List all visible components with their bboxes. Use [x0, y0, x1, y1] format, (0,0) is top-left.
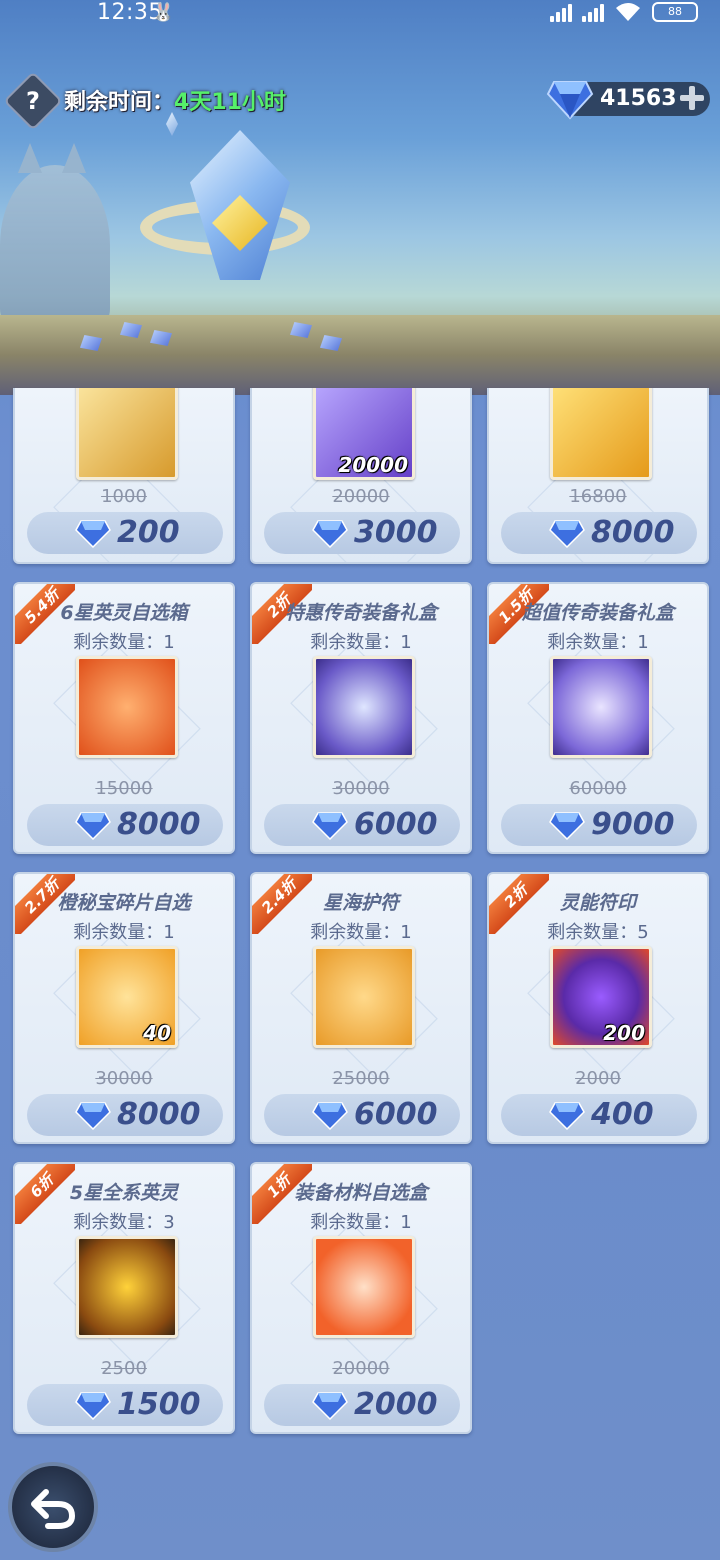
remaining-quantity: 剩余数量：1	[310, 632, 412, 653]
equipment-box-image	[313, 656, 415, 758]
shop-item-card[interactable]: 2折 特惠传奇装备礼盒 剩余数量：1 30000 6000	[250, 582, 472, 854]
back-button[interactable]	[8, 1462, 98, 1552]
price-value: 2000	[354, 1387, 438, 1422]
diamond-icon	[549, 1102, 585, 1130]
shop-item-card[interactable]: 16800 8000	[487, 388, 709, 564]
original-price: 30000	[332, 778, 390, 799]
remaining-quantity: 剩余数量：1	[73, 632, 175, 653]
treasure-fragment-image: 40	[76, 946, 178, 1048]
item-title: 星海护符	[322, 892, 399, 914]
buy-button[interactable]: 400	[501, 1094, 697, 1136]
buy-button[interactable]: 3000	[264, 512, 460, 554]
card-item-image	[550, 388, 652, 480]
diamond-icon	[312, 1102, 348, 1130]
item-title: 5星全系英灵	[69, 1182, 179, 1204]
original-price: 25000	[332, 1068, 390, 1089]
buy-button[interactable]: 200	[27, 512, 223, 554]
undo-arrow-icon	[31, 1489, 76, 1529]
shop-item-card[interactable]: 20000 20000 3000	[250, 388, 472, 564]
price-value: 6000	[354, 807, 438, 842]
original-price: 20000	[332, 1358, 390, 1379]
buy-button[interactable]: 6000	[264, 1094, 460, 1136]
original-price: 15000	[95, 778, 153, 799]
diamond-icon	[75, 812, 111, 840]
buy-button[interactable]: 8000	[27, 1094, 223, 1136]
remaining-quantity: 剩余数量：1	[310, 1212, 412, 1233]
equipment-box-image	[550, 656, 652, 758]
price-value: 1500	[117, 1387, 201, 1422]
buy-button[interactable]: 8000	[501, 512, 697, 554]
diamond-icon	[75, 520, 111, 548]
original-price: 20000	[332, 486, 390, 507]
price-value: 9000	[591, 807, 675, 842]
psionic-seal-image: 200	[550, 946, 652, 1048]
item-title: 特惠传奇装备礼盒	[284, 602, 437, 624]
shop-grid: 1000 200 20000 20000 3000 16800 8000 5.4…	[0, 0, 720, 1560]
buy-button[interactable]: 6000	[264, 804, 460, 846]
remaining-quantity: 剩余数量：1	[310, 922, 412, 943]
item-count: 200	[603, 1021, 645, 1045]
remaining-quantity: 剩余数量：5	[547, 922, 649, 943]
crystal-item-image: 20000	[313, 388, 415, 480]
price-value: 8000	[117, 807, 201, 842]
buy-button[interactable]: 2000	[264, 1384, 460, 1426]
original-price: 30000	[95, 1068, 153, 1089]
shop-item-card[interactable]: 2折 灵能符印 剩余数量：5 200 2000 400	[487, 872, 709, 1144]
item-title: 装备材料自选盒	[294, 1182, 428, 1204]
item-title: 橙秘宝碎片自选	[57, 892, 191, 914]
diamond-icon	[75, 1102, 111, 1130]
shop-item-card[interactable]: 6折 5星全系英灵 剩余数量：3 2500 1500	[13, 1162, 235, 1434]
diamond-icon	[75, 1392, 111, 1420]
remaining-quantity: 剩余数量：3	[73, 1212, 175, 1233]
remaining-quantity: 剩余数量：1	[73, 922, 175, 943]
diamond-icon	[549, 520, 585, 548]
original-price: 1000	[101, 486, 147, 507]
diamond-icon	[312, 520, 348, 548]
price-value: 400	[591, 1097, 654, 1132]
diamond-icon	[312, 812, 348, 840]
price-value: 6000	[354, 1097, 438, 1132]
treasure-chest-image	[76, 388, 178, 480]
shop-item-card[interactable]: 5.4折 6星英灵自选箱 剩余数量：1 15000 8000	[13, 582, 235, 854]
diamond-icon	[549, 812, 585, 840]
buy-button[interactable]: 1500	[27, 1384, 223, 1426]
amulet-image	[313, 946, 415, 1048]
shop-item-card[interactable]: 2.4折 星海护符 剩余数量：1 25000 6000	[250, 872, 472, 1144]
buy-button[interactable]: 8000	[27, 804, 223, 846]
hero-all-image	[76, 1236, 178, 1338]
price-value: 3000	[354, 515, 438, 550]
remaining-quantity: 剩余数量：1	[547, 632, 649, 653]
diamond-icon	[312, 1392, 348, 1420]
shop-item-card[interactable]: 1折 装备材料自选盒 剩余数量：1 20000 2000	[250, 1162, 472, 1434]
original-price: 60000	[569, 778, 627, 799]
item-title: 6星英灵自选箱	[60, 602, 188, 624]
item-count: 20000	[338, 453, 408, 477]
item-count: 40	[143, 1021, 171, 1045]
original-price: 16800	[569, 486, 627, 507]
shop-item-card[interactable]: 2.7折 橙秘宝碎片自选 剩余数量：1 40 30000 8000	[13, 872, 235, 1144]
price-value: 8000	[117, 1097, 201, 1132]
shop-item-card[interactable]: 1.5折 超值传奇装备礼盒 剩余数量：1 60000 9000	[487, 582, 709, 854]
price-value: 200	[117, 515, 180, 550]
item-title: 灵能符印	[559, 892, 636, 914]
price-value: 8000	[591, 515, 675, 550]
buy-button[interactable]: 9000	[501, 804, 697, 846]
item-title: 超值传奇装备礼盒	[521, 602, 674, 624]
hero-chest-image	[76, 656, 178, 758]
shop-item-card[interactable]: 1000 200	[13, 388, 235, 564]
original-price: 2500	[101, 1358, 147, 1379]
original-price: 2000	[575, 1068, 621, 1089]
material-box-image	[313, 1236, 415, 1338]
